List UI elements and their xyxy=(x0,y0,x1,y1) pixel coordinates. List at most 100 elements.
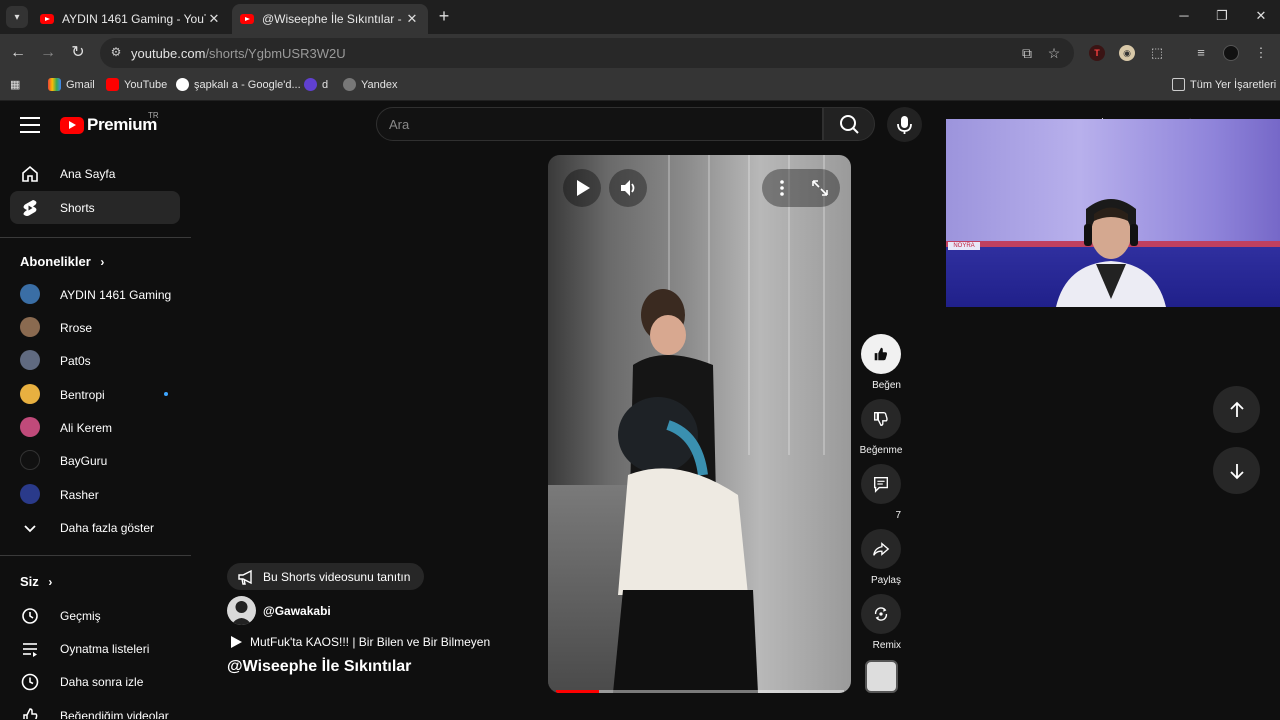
play-button[interactable] xyxy=(563,169,601,207)
comments-action[interactable]: 7 xyxy=(861,464,901,523)
sidebar-item-history[interactable]: Geçmiş xyxy=(10,599,180,632)
bookmark-youtube[interactable]: YouTube xyxy=(106,78,167,91)
sidebar-item-rrose[interactable]: Rrose xyxy=(10,311,180,344)
url-text[interactable]: youtube.com/shorts/YgbmUSR3W2U xyxy=(131,46,346,61)
bookmark-d[interactable]: d xyxy=(304,78,328,91)
sidebar-item-watch-later[interactable]: Daha sonra izle xyxy=(10,665,180,698)
comments-button[interactable] xyxy=(861,464,901,504)
sidebar-item-aydin-1461-gaming[interactable]: AYDIN 1461 Gaming xyxy=(10,278,180,311)
channel-avatar[interactable] xyxy=(227,596,256,625)
shorts-video-player[interactable] xyxy=(548,155,851,693)
dislike-button[interactable] xyxy=(861,399,901,439)
promote-short-button[interactable]: Bu Shorts videosunu tanıtın xyxy=(227,563,425,590)
tab-search-button[interactable]: ▾ xyxy=(6,6,28,28)
close-icon[interactable]: ✕ xyxy=(206,11,222,27)
google-icon xyxy=(176,78,189,91)
webcam-overlay: NOYRA xyxy=(946,119,1280,307)
next-short-button[interactable] xyxy=(1213,447,1260,494)
liked-videos-icon xyxy=(23,708,38,719)
sidebar-item-label: Rrose xyxy=(60,321,93,335)
back-button[interactable]: ← xyxy=(8,43,28,63)
divider xyxy=(0,237,191,238)
new-tab-button[interactable]: + xyxy=(434,6,454,27)
new-content-dot xyxy=(164,392,168,396)
minimize-button[interactable]: ─ xyxy=(1174,8,1194,23)
site-info-icon[interactable]: ⚙ xyxy=(108,45,124,61)
history-icon xyxy=(22,608,38,624)
sidebar-item-bentropi[interactable]: Bentropi xyxy=(10,378,180,411)
address-bar[interactable]: ⚙ youtube.com/shorts/YgbmUSR3W2U ⧉ ☆ xyxy=(100,38,1074,68)
tab-aydin[interactable]: AYDIN 1461 Gaming - YouTube ✕ xyxy=(32,4,230,34)
extension-owl-icon[interactable]: ◉ xyxy=(1119,45,1135,61)
youtube-premium-logo[interactable]: Premium TR xyxy=(60,111,159,135)
more-options-icon[interactable] xyxy=(770,169,794,207)
bookmark-star-icon[interactable]: ☆ xyxy=(1045,45,1063,62)
previous-short-button[interactable] xyxy=(1213,386,1260,433)
share-action[interactable]: Paylaş xyxy=(861,529,901,588)
sidebar-item-show-more[interactable]: Daha fazla göster xyxy=(10,511,180,544)
extension-tp-icon[interactable]: T xyxy=(1089,45,1105,61)
megaphone-icon xyxy=(238,569,252,585)
maximize-button[interactable]: ❐ xyxy=(1212,8,1232,24)
search-box[interactable]: Ara xyxy=(376,107,823,141)
bookmark-gmail[interactable]: Gmail xyxy=(48,78,95,91)
share-label: Paylaş xyxy=(870,575,901,586)
you-header[interactable]: Siz › xyxy=(20,574,52,589)
bookmark-google-search[interactable]: şapkalı a - Google'd... xyxy=(176,78,301,91)
sidebar-item-pat0s[interactable]: Pat0s xyxy=(10,344,180,377)
tab-title: AYDIN 1461 Gaming - YouTube xyxy=(62,12,206,26)
search-button[interactable] xyxy=(823,107,875,141)
tab-wiseephe[interactable]: @Wiseephe İle Sıkıntılar - YouTube ✕ xyxy=(232,4,428,34)
video-progress-bar[interactable] xyxy=(556,690,844,693)
subscriptions-header[interactable]: Abonelikler › xyxy=(20,254,104,269)
sidebar-item-rasher[interactable]: Rasher xyxy=(10,478,180,511)
channel-link[interactable]: @Gawakabi xyxy=(227,596,331,625)
voice-search-button[interactable] xyxy=(887,107,922,142)
sidebar-item-label: Ana Sayfa xyxy=(60,167,116,181)
channel-name[interactable]: @Gawakabi xyxy=(263,604,331,618)
sidebar-item-label: Beğendiğim videolar xyxy=(60,709,169,719)
dislike-action[interactable]: Beğenme xyxy=(860,399,902,458)
divider xyxy=(0,555,191,556)
profile-avatar[interactable] xyxy=(1223,45,1239,61)
sidebar-item-label: Daha sonra izle xyxy=(60,675,144,689)
like-button[interactable] xyxy=(861,334,901,374)
sidebar-item-bayguru[interactable]: BayGuru xyxy=(10,444,180,477)
arrow-up-icon xyxy=(1229,401,1244,417)
linked-video-link[interactable]: MutFuk'ta KAOS!!! | Bir Bilen ve Bir Bil… xyxy=(227,635,490,649)
all-bookmarks[interactable]: Tüm Yer İşaretleri xyxy=(1172,78,1276,91)
forward-button[interactable]: → xyxy=(38,43,58,63)
sidebar-item-shorts[interactable]: Shorts xyxy=(10,191,180,224)
logo-text: Premium xyxy=(87,115,157,134)
remix-label: Remix xyxy=(872,640,901,651)
play-icon xyxy=(577,180,590,196)
fullscreen-icon[interactable] xyxy=(808,169,832,207)
chevron-down-icon xyxy=(24,525,36,533)
remix-action[interactable]: Remix xyxy=(861,594,901,653)
apps-grid-icon[interactable]: ▦ xyxy=(10,78,20,91)
share-button[interactable] xyxy=(861,529,901,569)
bookmark-yandex[interactable]: Yandex xyxy=(343,78,398,91)
sidebar-item-playlists[interactable]: Oynatma listeleri xyxy=(10,632,180,665)
sound-thumbnail[interactable] xyxy=(865,660,898,693)
browser-menu-icon[interactable]: ⋮ xyxy=(1253,45,1269,61)
sidebar-item-ali-kerem[interactable]: Ali Kerem xyxy=(10,411,180,444)
extensions-puzzle-icon[interactable]: ⬚ xyxy=(1149,45,1165,61)
volume-button[interactable] xyxy=(609,169,647,207)
guide-menu-icon[interactable] xyxy=(20,117,40,133)
close-icon[interactable]: ✕ xyxy=(404,11,420,27)
youtube-favicon-icon xyxy=(240,14,254,24)
sidebar-item-label: Pat0s xyxy=(60,354,91,368)
close-window-button[interactable]: ✕ xyxy=(1251,8,1271,24)
remix-button[interactable] xyxy=(861,594,901,634)
install-app-icon[interactable]: ⧉ xyxy=(1018,45,1036,62)
avatar xyxy=(20,350,40,370)
media-control-icon[interactable]: ≡ xyxy=(1193,45,1209,61)
like-action[interactable]: Beğen xyxy=(861,334,901,393)
globe-icon xyxy=(343,78,356,91)
reload-button[interactable]: ↻ xyxy=(68,43,88,63)
sidebar-item-home[interactable]: Ana Sayfa xyxy=(10,157,180,190)
sidebar-item-liked-videos[interactable]: Beğendiğim videolar xyxy=(10,699,180,719)
logo-region: TR xyxy=(148,111,159,120)
search-input[interactable]: Ara xyxy=(389,117,409,132)
